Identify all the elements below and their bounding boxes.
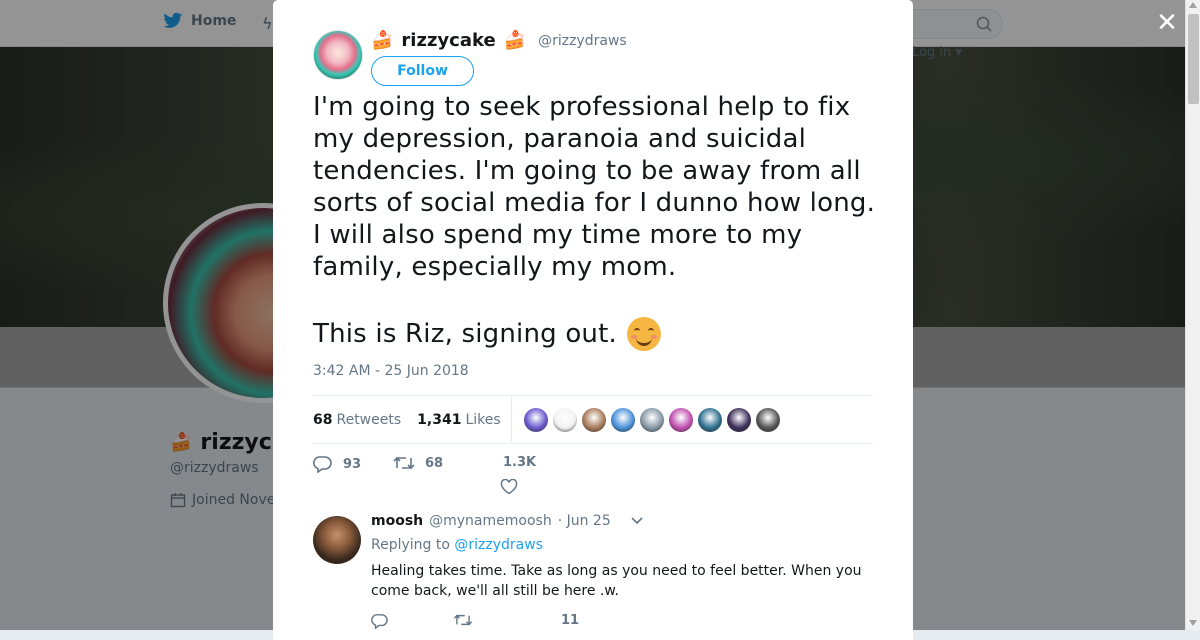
chevron-down-icon[interactable] bbox=[631, 517, 643, 525]
like-count-label[interactable]: 1.3K bbox=[503, 455, 536, 470]
likers-avatars bbox=[523, 407, 780, 432]
liker-avatar[interactable] bbox=[726, 407, 751, 432]
reply-author-avatar[interactable] bbox=[313, 516, 361, 564]
reply-reply-button[interactable] bbox=[371, 613, 389, 629]
scroll-down-arrow-icon[interactable] bbox=[1189, 620, 1197, 626]
liker-avatar[interactable] bbox=[552, 407, 577, 432]
reply-like-button[interactable]: 11 bbox=[561, 613, 579, 628]
replying-to-link[interactable]: @rizzydraws bbox=[454, 537, 543, 553]
close-icon[interactable]: ✕ bbox=[1155, 10, 1179, 36]
retweet-icon bbox=[393, 456, 415, 470]
tweet-paragraph: I'm going to seek professional help to f… bbox=[313, 92, 876, 282]
like-button[interactable] bbox=[500, 479, 518, 495]
liker-avatar[interactable] bbox=[523, 407, 548, 432]
liker-avatar[interactable] bbox=[697, 407, 722, 432]
tweet-text: I'm going to seek professional help to f… bbox=[313, 91, 878, 351]
cake-emoji-icon: 🍰 bbox=[371, 29, 394, 51]
author-name[interactable]: rizzycake bbox=[401, 30, 495, 51]
heart-icon bbox=[500, 479, 518, 495]
reply-text: Healing takes time. Take as long as you … bbox=[371, 563, 862, 599]
tweet-timestamp[interactable]: 3:42 AM - 25 Jun 2018 bbox=[313, 363, 469, 379]
tweet-signoff-text: This is Riz, signing out. bbox=[313, 319, 617, 349]
cake-emoji-icon: 🍰 bbox=[503, 29, 527, 51]
tweet-actions: 93 68 1.3K bbox=[313, 455, 873, 495]
like-count: 1.3K bbox=[503, 455, 537, 470]
tweet-signoff: This is Riz, signing out. bbox=[313, 317, 878, 351]
tweet-stats: 68 Retweets 1,341 Likes bbox=[313, 395, 873, 444]
liker-avatar[interactable] bbox=[668, 407, 693, 432]
replying-to: Replying to @rizzydraws bbox=[371, 537, 543, 553]
liker-avatar[interactable] bbox=[639, 407, 664, 432]
smiling-face-emoji-icon bbox=[626, 317, 661, 351]
reply-icon bbox=[371, 614, 388, 629]
retweets-stat[interactable]: 68 Retweets bbox=[313, 412, 401, 428]
liker-avatar[interactable] bbox=[755, 407, 780, 432]
retweet-button[interactable]: 68 bbox=[393, 455, 443, 471]
page-scrollbar[interactable] bbox=[1185, 0, 1200, 630]
liker-avatar[interactable] bbox=[581, 407, 606, 432]
stats-divider bbox=[510, 397, 512, 442]
reply-icon bbox=[313, 456, 332, 473]
retweets-count: 68 bbox=[313, 411, 333, 428]
reply-button[interactable]: 93 bbox=[313, 455, 361, 473]
reply-author-handle[interactable]: @mynamemoosh bbox=[429, 513, 552, 529]
likes-count: 1,341 bbox=[417, 411, 462, 428]
reply-retweet-button[interactable] bbox=[453, 613, 473, 627]
likes-stat[interactable]: 1,341 Likes bbox=[417, 412, 501, 428]
replying-prefix: Replying to bbox=[371, 537, 450, 553]
scroll-thumb[interactable] bbox=[1188, 14, 1199, 104]
reply-like-count: 11 bbox=[561, 613, 580, 628]
author-avatar[interactable] bbox=[313, 30, 363, 80]
scroll-up-arrow-icon[interactable] bbox=[1189, 2, 1197, 8]
author-row: 🍰 rizzycake 🍰 @rizzydraws bbox=[371, 30, 627, 51]
reply-actions: 11 bbox=[371, 613, 871, 633]
reply-header: moosh @mynamemoosh · Jun 25 bbox=[371, 513, 643, 529]
author-handle[interactable]: @rizzydraws bbox=[538, 33, 627, 49]
reply-date[interactable]: · Jun 25 bbox=[558, 513, 611, 529]
follow-button[interactable]: Follow bbox=[371, 56, 474, 86]
retweet-icon bbox=[453, 614, 473, 626]
reply-author-name[interactable]: moosh bbox=[371, 513, 423, 529]
retweets-label: Retweets bbox=[336, 411, 402, 428]
reply-count: 93 bbox=[343, 456, 362, 472]
retweet-count: 68 bbox=[425, 455, 444, 471]
liker-avatar[interactable] bbox=[610, 407, 635, 432]
tweet-modal: 🍰 rizzycake 🍰 @rizzydraws Follow I'm goi… bbox=[273, 0, 913, 640]
likes-label: Likes bbox=[465, 411, 501, 428]
